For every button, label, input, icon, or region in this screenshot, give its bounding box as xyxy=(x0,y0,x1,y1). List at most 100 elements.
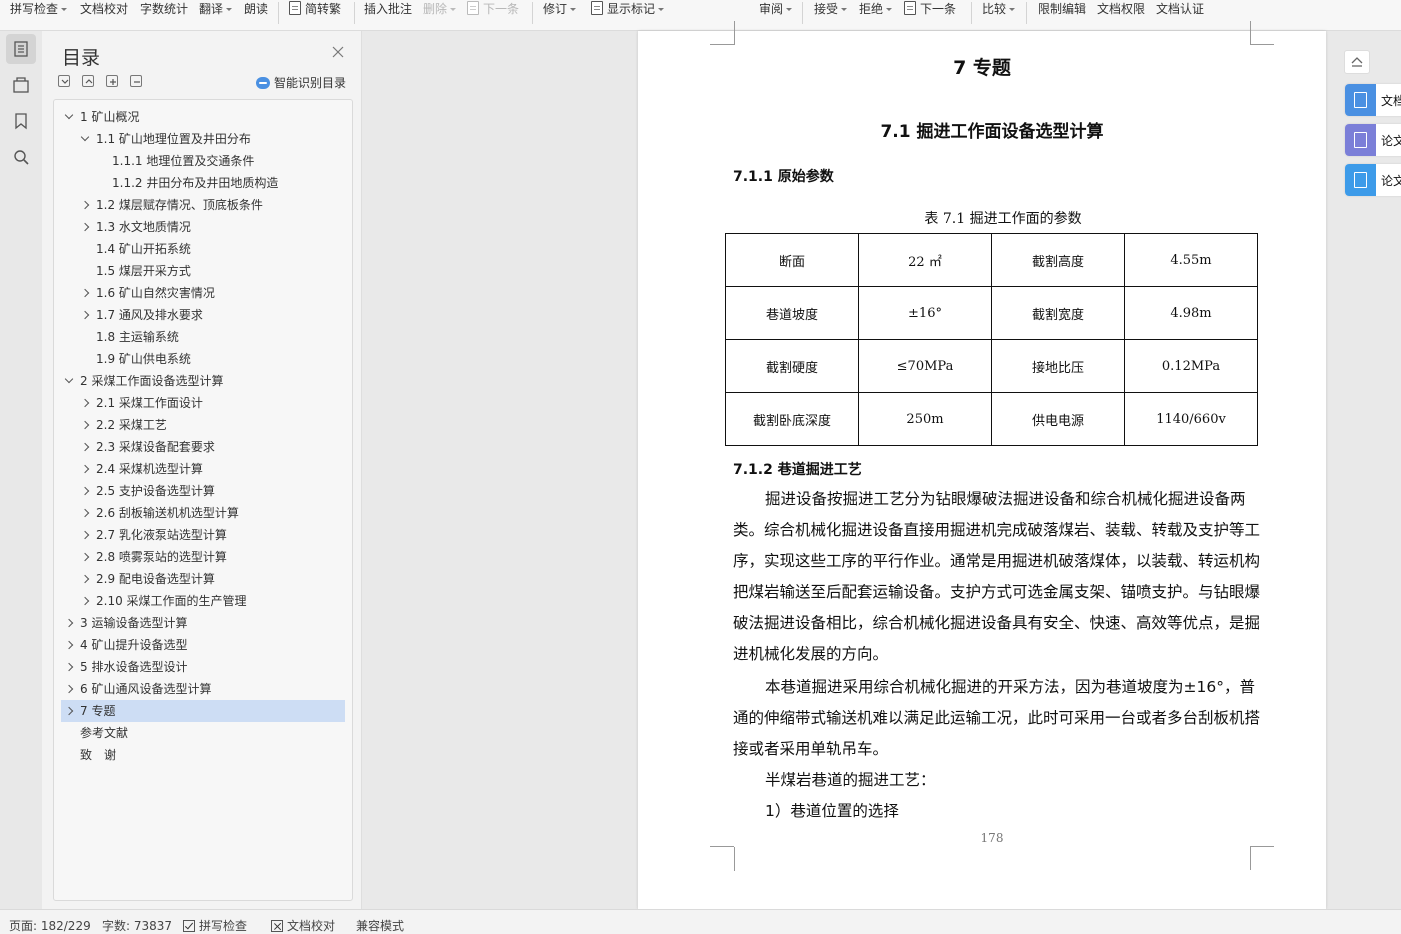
chevron-down-icon[interactable] xyxy=(64,106,74,128)
toc-item[interactable]: 参考文献 xyxy=(61,722,345,744)
toc-item[interactable]: 1.1 矿山地理位置及井田分布 xyxy=(61,128,345,150)
toc-item[interactable]: 1.2 煤层赋存情况、顶底板条件 xyxy=(61,194,345,216)
reject-menu[interactable]: 拒绝 xyxy=(859,1,893,17)
toc-item[interactable]: 1.3 水文地质情况 xyxy=(61,216,345,238)
chevron-right-icon[interactable] xyxy=(80,436,90,458)
chevron-right-icon[interactable] xyxy=(80,568,90,590)
proofread-status[interactable]: 文档校对 xyxy=(271,917,335,934)
chevron-right-icon[interactable] xyxy=(80,480,90,502)
toc-item[interactable]: 1.1.1 地理位置及交通条件 xyxy=(61,150,345,172)
word-count-button[interactable]: 字数统计 xyxy=(140,1,188,17)
chevron-right-icon[interactable] xyxy=(64,700,74,722)
toc-item[interactable]: 2.10 采煤工作面的生产管理 xyxy=(61,590,345,612)
toc-item[interactable]: 4 矿山提升设备选型 xyxy=(61,634,345,656)
doc-proofread-button[interactable]: 文档校对 xyxy=(80,1,128,17)
chevron-right-icon[interactable] xyxy=(64,678,74,700)
toc-item-label: 致 谢 xyxy=(80,748,117,762)
toc-item[interactable]: 3 运输设备选型计算 xyxy=(61,612,345,634)
chevron-right-icon[interactable] xyxy=(80,524,90,546)
document-page[interactable]: 7 专题 7.1 掘进工作面设备选型计算 7.1.1 原始参数 表 7.1 掘进… xyxy=(638,21,1326,909)
show-markup-menu[interactable]: 显示标记 xyxy=(591,1,665,17)
minus-icon xyxy=(134,81,140,83)
toc-item[interactable]: 2.7 乳化液泵站选型计算 xyxy=(61,524,345,546)
side-tab-document[interactable]: 文档 xyxy=(1345,84,1401,116)
side-tab-paper-format[interactable]: 论文 xyxy=(1345,164,1401,196)
chevron-right-icon[interactable] xyxy=(80,392,90,414)
next-change-button[interactable]: 下一条 xyxy=(904,1,956,17)
toc-item[interactable]: 2 采煤工作面设备选型计算 xyxy=(61,370,345,392)
toc-item[interactable]: 2.5 支护设备选型计算 xyxy=(61,480,345,502)
toc-item[interactable]: 6 矿山通风设备选型计算 xyxy=(61,678,345,700)
chapter-nav-button[interactable] xyxy=(6,70,36,100)
toc-item[interactable]: 致 谢 xyxy=(61,744,345,766)
doc-permission-button[interactable]: 文档权限 xyxy=(1097,1,1145,17)
chevron-right-icon[interactable] xyxy=(64,634,74,656)
document-area[interactable]: 7 专题 7.1 掘进工作面设备选型计算 7.1.1 原始参数 表 7.1 掘进… xyxy=(363,21,1401,909)
toc-item[interactable]: 2.2 采煤工艺 xyxy=(61,414,345,436)
review-menu[interactable]: 审阅 xyxy=(759,1,793,17)
word-count-indicator[interactable]: 字数: 73837 xyxy=(102,917,172,934)
toc-item[interactable]: 7 专题 xyxy=(61,700,345,722)
read-aloud-button[interactable]: 朗读 xyxy=(244,1,268,17)
chevron-right-icon[interactable] xyxy=(80,282,90,304)
doc-certify-button[interactable]: 文档认证 xyxy=(1156,1,1204,17)
toc-item[interactable]: 5 排水设备选型设计 xyxy=(61,656,345,678)
restrict-editing-button[interactable]: 限制编辑 xyxy=(1038,1,1086,17)
collapse-sidebar-button[interactable] xyxy=(1344,50,1370,74)
insert-comment-button[interactable]: 插入批注 xyxy=(364,1,412,17)
chevron-right-icon[interactable] xyxy=(64,612,74,634)
collapse-all-button[interactable] xyxy=(82,75,94,87)
bookmark-nav-button[interactable] xyxy=(6,106,36,136)
toc-item-label: 2.2 采煤工艺 xyxy=(96,418,167,432)
chevron-right-icon[interactable] xyxy=(64,656,74,678)
spell-check-status[interactable]: 拼写检查 xyxy=(183,917,247,934)
add-heading-button[interactable] xyxy=(106,75,118,87)
smart-toc-icon xyxy=(256,77,270,89)
toc-item[interactable]: 1.4 矿山开拓系统 xyxy=(61,238,345,260)
chevron-right-icon[interactable] xyxy=(80,502,90,524)
toc-item[interactable]: 1 矿山概况 xyxy=(61,106,345,128)
close-toc-button[interactable] xyxy=(331,45,345,59)
chevron-down-icon[interactable] xyxy=(80,128,90,150)
toc-item[interactable]: 2.1 采煤工作面设计 xyxy=(61,392,345,414)
toc-item[interactable]: 1.7 通风及排水要求 xyxy=(61,304,345,326)
toc-item[interactable]: 2.9 配电设备选型计算 xyxy=(61,568,345,590)
remove-heading-button[interactable] xyxy=(130,75,142,87)
toc-item[interactable]: 2.6 刮板输送机机选型计算 xyxy=(61,502,345,524)
chevron-right-icon[interactable] xyxy=(80,216,90,238)
toc-item[interactable]: 2.4 采煤机选型计算 xyxy=(61,458,345,480)
chevron-right-icon[interactable] xyxy=(80,194,90,216)
toc-item[interactable]: 2.8 喷雾泵站的选型计算 xyxy=(61,546,345,568)
toc-item[interactable]: 1.8 主运输系统 xyxy=(61,326,345,348)
toc-item[interactable]: 1.9 矿山供电系统 xyxy=(61,348,345,370)
chevron-right-icon[interactable] xyxy=(80,590,90,612)
toc-item[interactable]: 1.5 煤层开采方式 xyxy=(61,260,345,282)
simplified-traditional-button[interactable]: 简转繁 xyxy=(289,1,341,17)
proofread-icon xyxy=(271,920,283,932)
compare-menu[interactable]: 比较 xyxy=(982,1,1016,17)
expand-all-button[interactable] xyxy=(58,75,70,87)
track-changes-menu[interactable]: 修订 xyxy=(543,1,577,17)
toc-item[interactable]: 1.6 矿山自然灾害情况 xyxy=(61,282,345,304)
toc-icon xyxy=(14,41,28,57)
delete-comment-menu[interactable]: 删除 xyxy=(423,1,457,17)
table-cell: 断面 xyxy=(725,233,859,287)
chevron-right-icon[interactable] xyxy=(80,546,90,568)
side-tab-paper-check[interactable]: 论文 xyxy=(1345,124,1401,156)
page-indicator[interactable]: 页面: 182/229 xyxy=(9,917,91,934)
toc-item[interactable]: 2.3 采煤设备配套要求 xyxy=(61,436,345,458)
spell-check-menu[interactable]: 拼写检查 xyxy=(10,1,68,17)
translate-menu[interactable]: 翻译 xyxy=(199,1,233,17)
table-cell: 巷道坡度 xyxy=(725,286,859,340)
smart-toc-button[interactable]: 智能识别目录 xyxy=(256,74,346,91)
collapse-up-icon xyxy=(1351,57,1363,67)
chevron-right-icon[interactable] xyxy=(80,414,90,436)
toc-item[interactable]: 1.1.2 井田分布及井田地质构造 xyxy=(61,172,345,194)
chevron-down-icon[interactable] xyxy=(64,370,74,392)
chevron-right-icon[interactable] xyxy=(80,304,90,326)
search-nav-button[interactable] xyxy=(6,142,36,172)
accept-menu[interactable]: 接受 xyxy=(814,1,848,17)
next-comment-button[interactable]: 下一条 xyxy=(467,1,519,17)
chevron-right-icon[interactable] xyxy=(80,458,90,480)
toc-nav-button[interactable] xyxy=(6,34,36,64)
